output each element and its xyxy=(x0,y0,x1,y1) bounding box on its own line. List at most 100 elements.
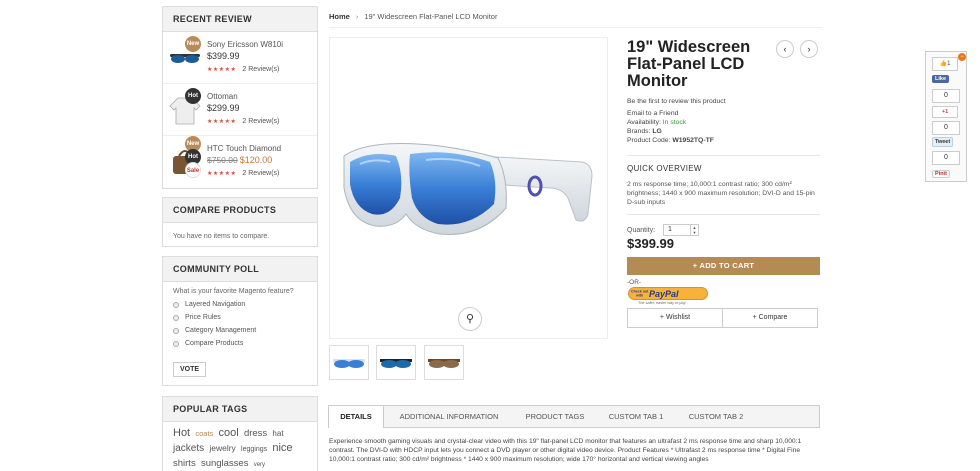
next-product-button[interactable]: › xyxy=(800,40,818,58)
product-name-link[interactable]: Ottoman xyxy=(207,92,317,102)
svg-text:PayPal: PayPal xyxy=(649,289,679,299)
old-price: $750.00 xyxy=(207,155,238,165)
tab-custom-2[interactable]: CUSTOM TAB 2 xyxy=(681,406,751,427)
zoom-icon[interactable]: ⚲ xyxy=(458,307,482,331)
reviews-link[interactable]: 2 Review(s) xyxy=(242,170,279,177)
poll-option[interactable]: Price Rules xyxy=(173,314,317,321)
email-friend-link[interactable]: Email to a Friend xyxy=(627,110,678,117)
list-item[interactable]: New Sony Ericsson W810i $399.99 ★★★★★ 2 R… xyxy=(163,32,317,84)
product-name-link[interactable]: HTC Touch Diamond xyxy=(207,144,317,154)
product-code-label: Product Code: xyxy=(627,137,671,144)
radio-button[interactable] xyxy=(173,340,179,347)
sunglasses-thumb xyxy=(380,359,412,368)
availability: Availability: In stock xyxy=(627,119,686,126)
svg-text:with: with xyxy=(635,294,643,298)
tab-product-tags[interactable]: PRODUCT TAGS xyxy=(519,406,591,427)
product-tabs: DETAILS ADDITIONAL INFORMATION PRODUCT T… xyxy=(328,405,820,428)
rating-stars: ★★★★★ xyxy=(207,171,237,177)
poll-option-label[interactable]: Price Rules xyxy=(185,314,221,321)
reviews-link[interactable]: 2 Review(s) xyxy=(242,118,279,125)
quantity-label: Quantity: xyxy=(627,227,656,234)
divider xyxy=(329,27,822,28)
previous-product-button[interactable]: ‹ xyxy=(776,40,794,58)
facebook-count: 0 xyxy=(932,89,960,103)
tag-link[interactable]: leggings xyxy=(241,446,267,453)
product-name-link[interactable]: Sony Ericsson W810i xyxy=(207,40,317,50)
facebook-like-button[interactable]: Like xyxy=(932,75,950,83)
recent-review-block: RECENT REVIEW New Sony Ericsson W810i $3… xyxy=(162,6,318,189)
pinterest-icon: Pinit xyxy=(932,170,950,178)
tag-link[interactable]: very xyxy=(254,462,265,468)
product-thumbnail[interactable] xyxy=(376,345,416,380)
list-item[interactable]: Hot Ottoman $299.99 ★★★★★ 2 Review(s) xyxy=(163,84,317,136)
list-item[interactable]: New Hot Sale HTC Touch Diamond $750.00 $1… xyxy=(163,136,317,188)
product-price: $399.99 xyxy=(207,51,240,61)
quick-overview-text: 2 ms response time; 10,000:1 contrast ra… xyxy=(627,181,815,206)
tag-link[interactable]: coats xyxy=(195,429,213,438)
poll-option[interactable]: Compare Products xyxy=(173,340,317,347)
product-thumbnail[interactable] xyxy=(424,345,464,380)
quantity-input[interactable]: 1 xyxy=(663,224,691,236)
product-price: $399.99 xyxy=(627,236,674,251)
tag-link[interactable]: nice xyxy=(272,442,292,454)
thumbs-up-icon: 👍 xyxy=(939,61,948,67)
google-plus-count: 0 xyxy=(932,121,960,135)
poll-title: COMMUNITY POLL xyxy=(163,257,317,282)
compare-products-block: COMPARE PRODUCTS You have no items to co… xyxy=(162,197,318,247)
tag-link[interactable]: cool xyxy=(219,427,239,439)
radio-button[interactable] xyxy=(173,301,179,308)
product-thumbnail[interactable] xyxy=(329,345,369,380)
like-button[interactable]: 👍1 xyxy=(932,57,958,71)
poll-option-label[interactable]: Category Management xyxy=(185,327,256,334)
product-code: Product Code: W1952TQ-TF xyxy=(627,137,714,144)
tags-title: POPULAR TAGS xyxy=(163,397,317,422)
pinterest-button[interactable]: Pinit xyxy=(932,170,950,178)
radio-button[interactable] xyxy=(173,314,179,321)
sunglasses-image xyxy=(343,143,593,235)
paypal-checkout-button[interactable]: Check out with PayPal The safer, easier … xyxy=(628,287,708,305)
reviews-link[interactable]: 2 Review(s) xyxy=(242,66,279,73)
tweet-button[interactable]: Tweet xyxy=(932,137,954,147)
special-price: $120.00 xyxy=(239,155,273,165)
brand-label: Brands: xyxy=(627,128,651,135)
google-plus-button[interactable]: +1 xyxy=(932,106,958,118)
poll-option-label[interactable]: Compare Products xyxy=(185,340,243,347)
vote-button[interactable]: VOTE xyxy=(173,362,207,377)
add-to-cart-button[interactable]: + ADD TO CART xyxy=(627,257,820,275)
availability-label: Availability: xyxy=(627,119,661,126)
tab-custom-1[interactable]: CUSTOM TAB 1 xyxy=(601,406,671,427)
rating-stars: ★★★★★ xyxy=(207,67,237,73)
compare-title: COMPARE PRODUCTS xyxy=(163,198,317,223)
tag-link[interactable]: sunglasses xyxy=(201,458,249,469)
quantity-stepper[interactable]: ▲ ▼ xyxy=(691,224,699,236)
product-main-image[interactable]: ⚲ xyxy=(329,37,608,339)
breadcrumb-home-link[interactable]: Home xyxy=(329,12,350,21)
tag-link[interactable]: hat xyxy=(272,429,283,438)
tag-link[interactable]: jackets xyxy=(173,443,204,454)
poll-option[interactable]: Layered Navigation xyxy=(173,301,317,308)
paypal-logo-icon: Check out with PayPal The safer, easier … xyxy=(628,287,708,305)
radio-button[interactable] xyxy=(173,327,179,334)
review-link[interactable]: Be the first to review this product xyxy=(627,98,726,105)
or-label: -OR- xyxy=(627,279,642,286)
sale-badge: Sale xyxy=(185,162,201,178)
poll-option[interactable]: Category Management xyxy=(173,327,317,334)
add-to-compare-button[interactable]: + Compare xyxy=(722,308,818,328)
poll-option-label[interactable]: Layered Navigation xyxy=(185,301,245,308)
tag-link[interactable]: dress xyxy=(244,428,267,439)
tag-link[interactable]: shirts xyxy=(173,458,196,469)
twitter-icon: Tweet xyxy=(932,137,954,147)
close-icon[interactable]: − xyxy=(958,53,966,61)
brand-value[interactable]: LG xyxy=(652,128,661,135)
compare-empty-text: You have no items to compare. xyxy=(173,233,270,240)
divider xyxy=(627,155,820,156)
tab-additional-information[interactable]: ADDITIONAL INFORMATION xyxy=(391,406,507,427)
tweet-count: 0 xyxy=(932,151,960,165)
poll-question: What is your favorite Magento feature? xyxy=(173,288,294,295)
add-to-wishlist-button[interactable]: + Wishlist xyxy=(627,308,723,328)
tag-link[interactable]: Hot xyxy=(173,427,190,439)
sunglasses-thumb xyxy=(333,359,365,368)
community-poll-block: COMMUNITY POLL What is your favorite Mag… xyxy=(162,256,318,386)
tab-details[interactable]: DETAILS xyxy=(329,406,384,428)
tag-link[interactable]: jewelry xyxy=(209,443,235,453)
